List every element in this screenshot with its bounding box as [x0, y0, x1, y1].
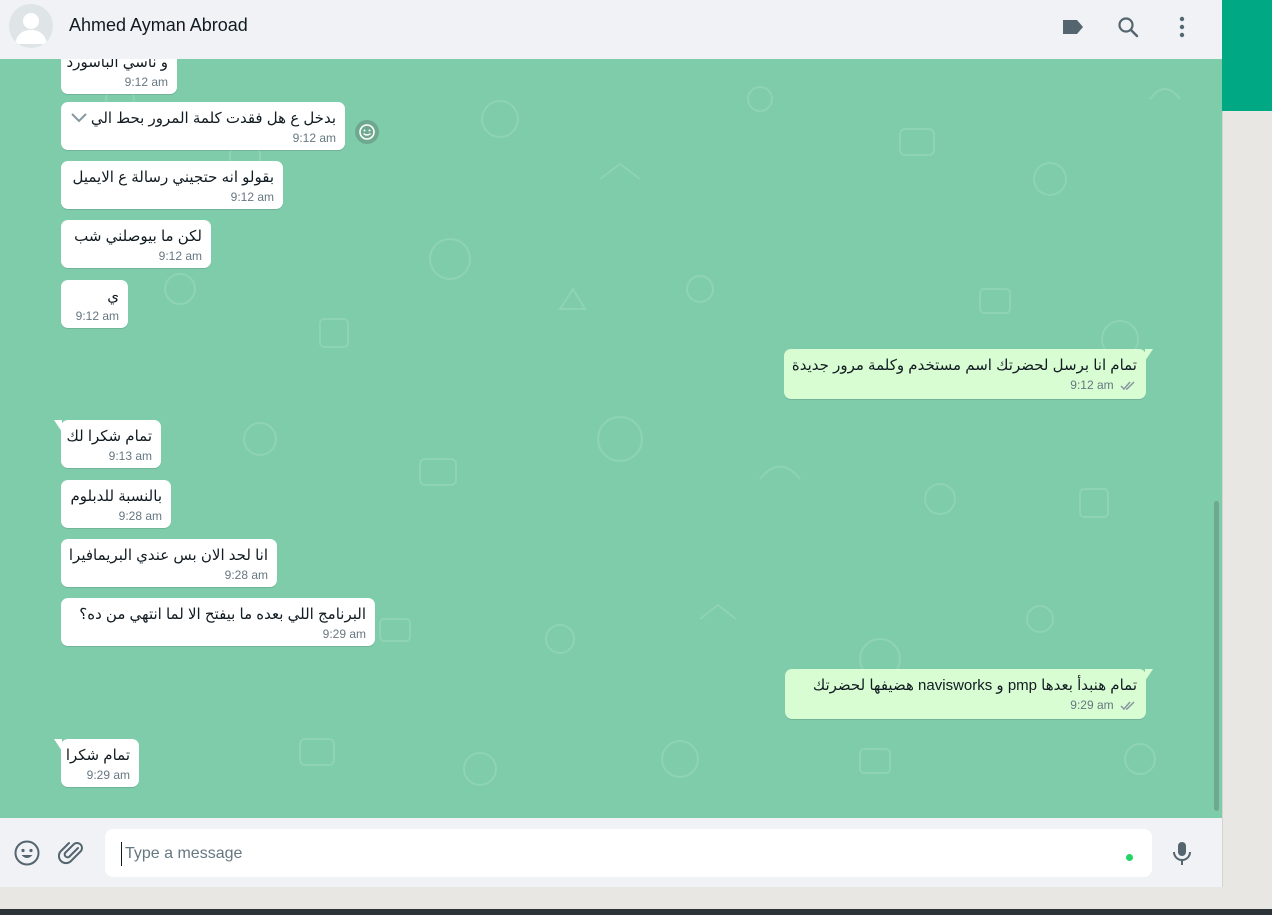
message-time: 9:13 am [108, 449, 152, 463]
menu-icon[interactable] [1169, 14, 1195, 40]
message-incoming[interactable]: تمام شكرا 9:29 am [54, 739, 139, 787]
message-text: انا لحد الان بس عندي البريمافيرا [68, 547, 268, 564]
side-background [1222, 111, 1272, 887]
message-input[interactable] [121, 842, 1107, 866]
message-composer [0, 818, 1222, 887]
avatar[interactable] [9, 4, 53, 48]
message-text: تمام انا برسل لحضرتك اسم مستخدم وكلمة مر… [791, 357, 1137, 374]
contact-name[interactable]: Ahmed Ayman Abroad [69, 15, 248, 36]
double-check-icon [1120, 700, 1137, 715]
message-incoming[interactable]: تمام شكرا لك 9:13 am [54, 420, 161, 468]
bubble-tail [1145, 669, 1153, 681]
message-outgoing[interactable]: تمام انا برسل لحضرتك اسم مستخدم وكلمة مر… [784, 349, 1153, 399]
bubble-tail [1145, 349, 1153, 361]
message-incoming[interactable]: و ناسي الباسورد 9:12 am [61, 59, 177, 94]
chevron-down-icon[interactable] [69, 110, 89, 132]
message-incoming[interactable]: لكن ما بيوصلني شب 9:12 am [61, 220, 211, 268]
message-time: 9:12 am [230, 190, 274, 204]
bubble-tail [54, 739, 62, 751]
message-outgoing[interactable]: تمام هنبدأ بعدها pmp و navisworks هضيفها… [785, 669, 1153, 719]
scrollbar[interactable] [1214, 501, 1219, 811]
microphone-icon[interactable] [1168, 839, 1196, 867]
message-time: 9:12 am [292, 131, 336, 145]
message-text: لكن ما بيوصلني شب [74, 228, 202, 245]
taskbar-edge [0, 909, 1272, 915]
message-text: بدخل ع هل فقدت كلمة المرور بحط الي [91, 110, 336, 127]
message-time: 9:29 am [322, 627, 366, 641]
message-meta: 9:29 am [795, 698, 1137, 715]
message-text: بالنسبة للدبلوم [70, 488, 162, 505]
side-accent-bar [1222, 0, 1272, 111]
message-time: 9:29 am [1070, 698, 1114, 712]
emoji-icon[interactable] [13, 839, 41, 867]
message-incoming[interactable]: انا لحد الان بس عندي البريمافيرا 9:28 am [61, 539, 277, 587]
message-incoming[interactable]: بدخل ع هل فقدت كلمة المرور بحط الي 9:12 … [61, 102, 345, 150]
message-text: تمام شكرا [65, 747, 130, 764]
message-input-container[interactable] [105, 829, 1152, 877]
bubble-tail [54, 420, 62, 432]
chat-header: Ahmed Ayman Abroad [0, 0, 1222, 60]
window-margin [0, 887, 1272, 909]
message-incoming[interactable]: البرنامج اللي بعده ما بيفتح الا لما انته… [61, 598, 375, 646]
message-time: 9:12 am [1070, 378, 1114, 392]
message-time: 9:29 am [86, 768, 130, 782]
status-dot [1126, 854, 1133, 861]
message-incoming[interactable]: ي 9:12 am [61, 280, 128, 328]
message-incoming[interactable]: بالنسبة للدبلوم 9:28 am [61, 480, 171, 528]
message-time: 9:28 am [118, 509, 162, 523]
message-time: 9:28 am [224, 568, 268, 582]
message-text: بقولو انه حتجيني رسالة ع الايميل [72, 169, 275, 186]
message-incoming[interactable]: بقولو انه حتجيني رسالة ع الايميل 9:12 am [61, 161, 283, 209]
emoji-reaction-icon[interactable] [355, 120, 379, 144]
attach-icon[interactable] [57, 839, 86, 867]
chat-panel: Ahmed Ayman Abroad و ناسي الباسورد 9:12 … [0, 0, 1222, 887]
message-text: البرنامج اللي بعده ما بيفتح الا لما انته… [79, 606, 366, 623]
message-text: تمام هنبدأ بعدها pmp و navisworks هضيفها… [812, 677, 1137, 694]
message-time: 9:12 am [158, 249, 202, 263]
search-icon[interactable] [1115, 14, 1141, 40]
message-time: 9:12 am [75, 309, 119, 323]
message-text: تمام شكرا لك [66, 428, 152, 445]
double-check-icon [1120, 380, 1137, 395]
default-avatar-icon [15, 13, 47, 44]
message-time: 9:12 am [124, 75, 168, 89]
message-list[interactable]: و ناسي الباسورد 9:12 am بدخل ع هل فقدت ك… [0, 59, 1222, 818]
message-text: و ناسي الباسورد [66, 59, 168, 71]
label-icon[interactable] [1060, 14, 1086, 40]
message-meta: 9:12 am [794, 378, 1137, 395]
message-text: ي [107, 288, 119, 305]
